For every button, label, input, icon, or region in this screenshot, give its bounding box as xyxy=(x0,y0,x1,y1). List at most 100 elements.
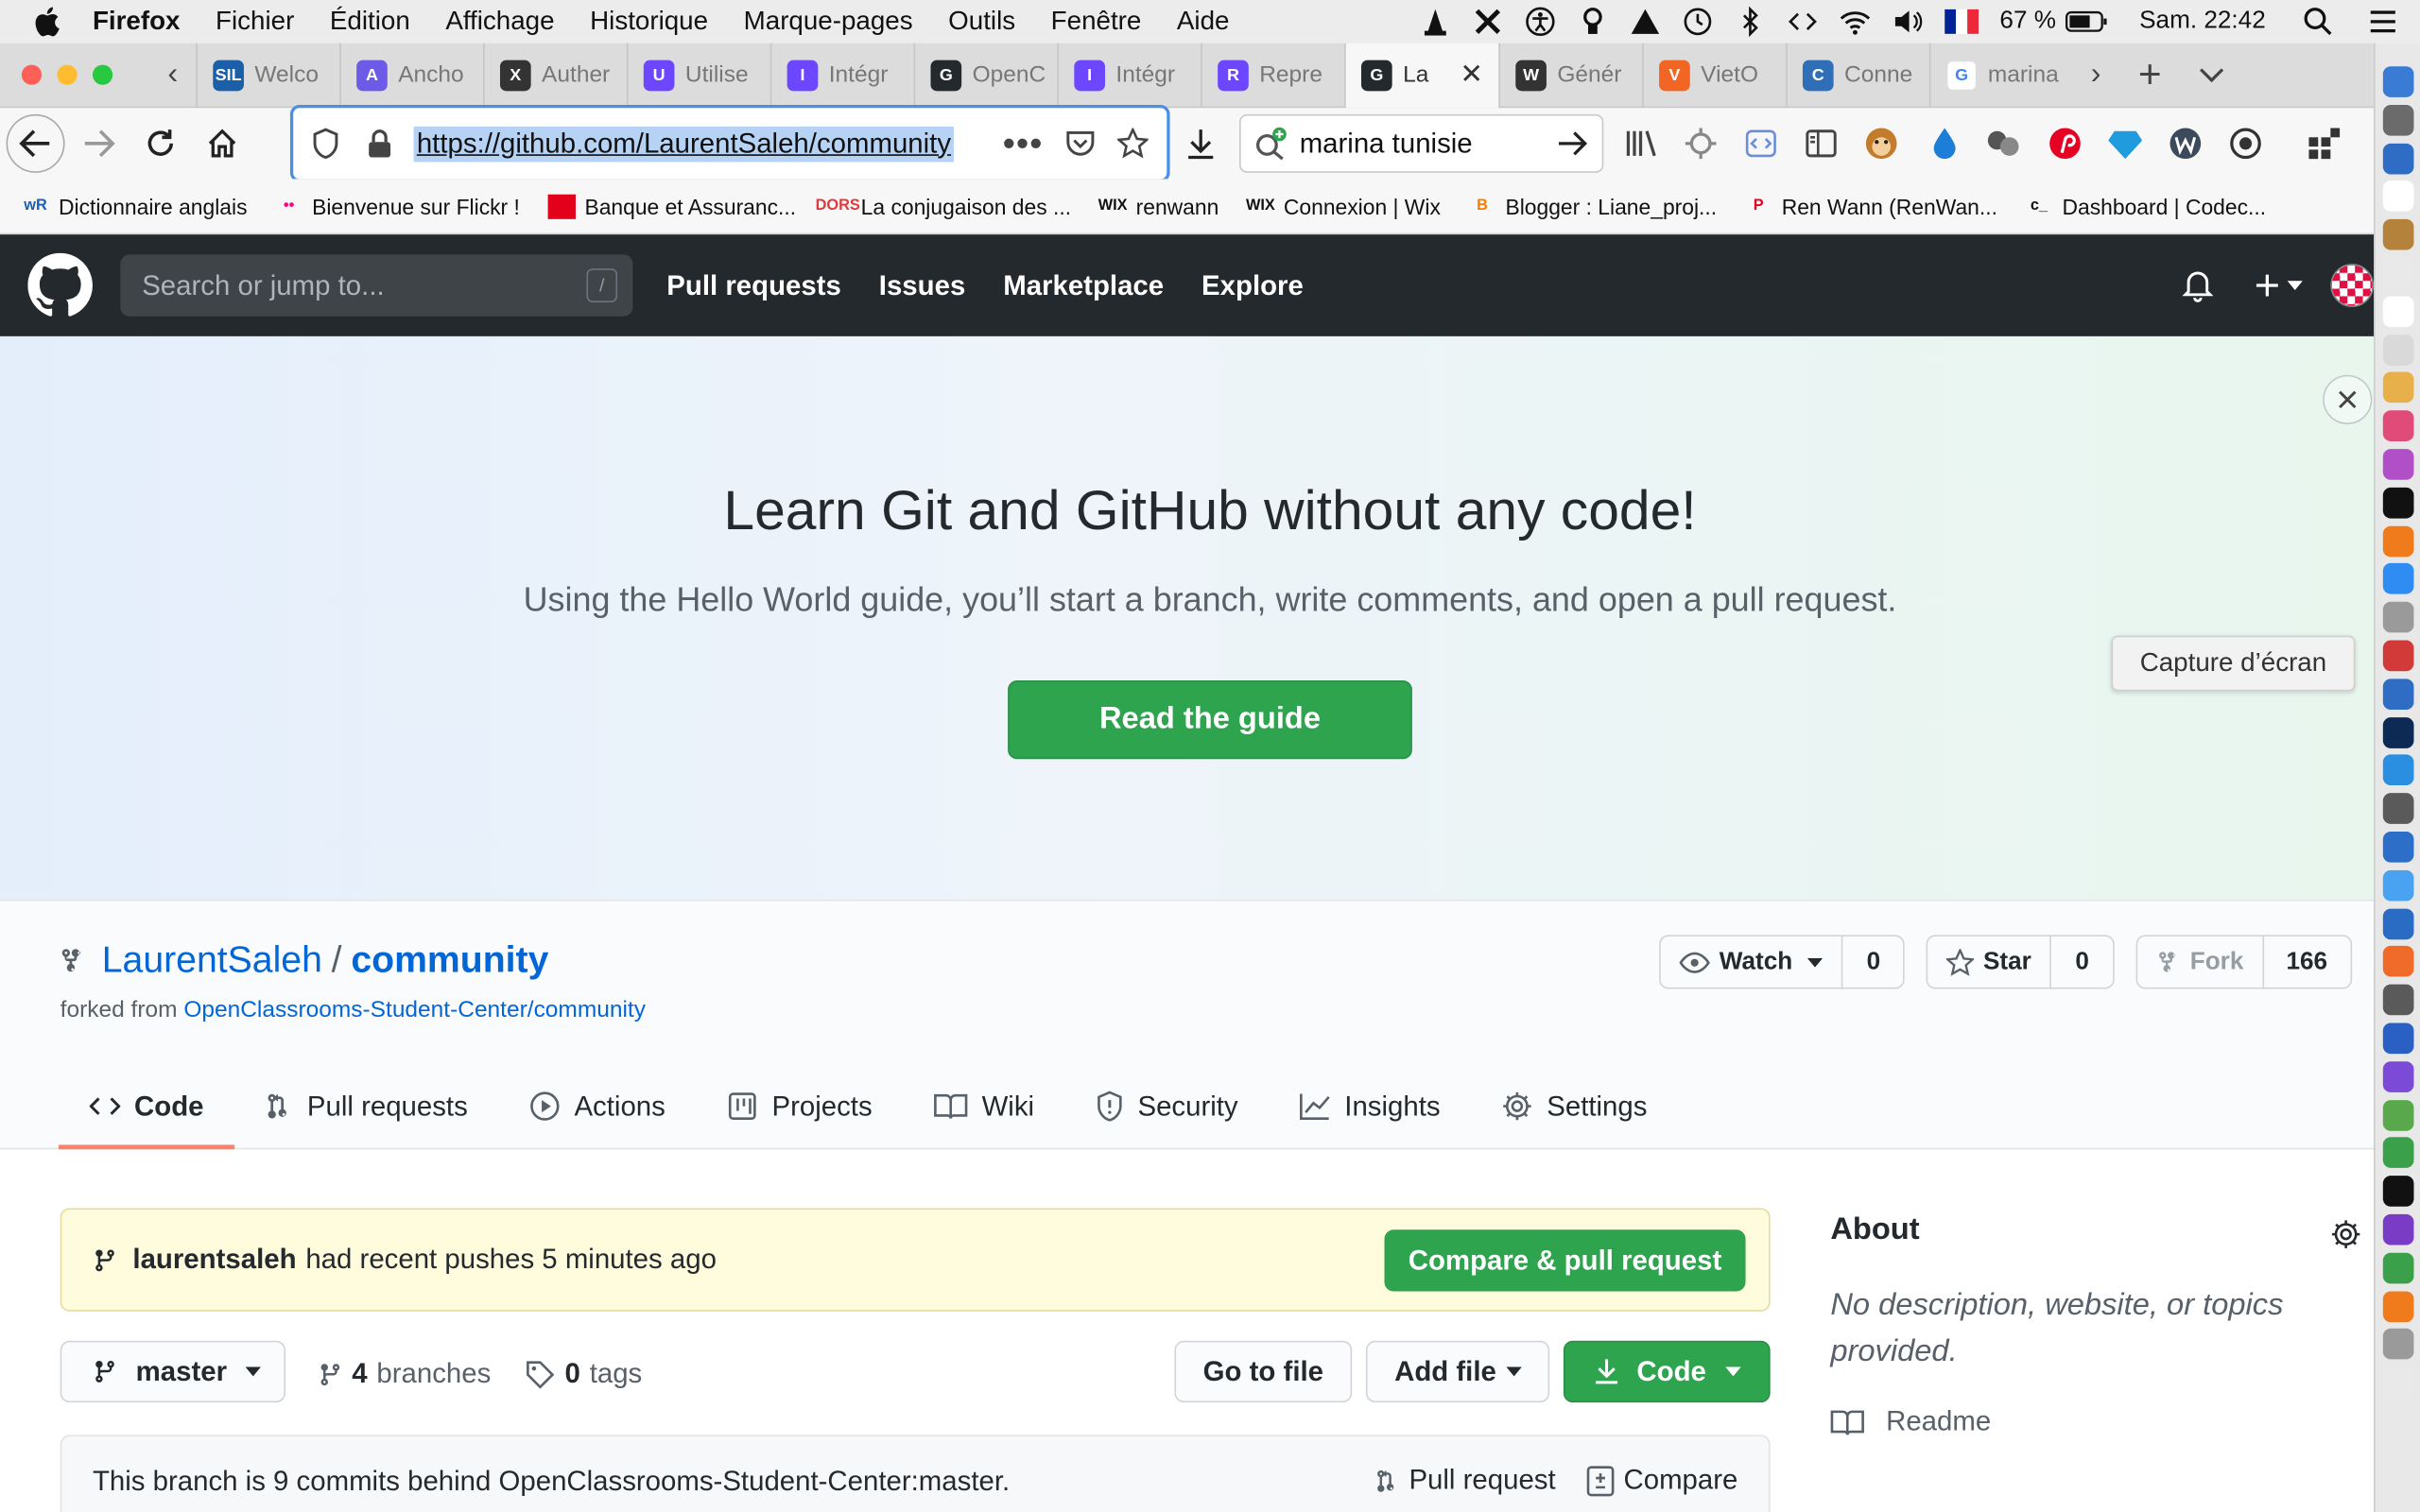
battery-icon[interactable] xyxy=(2066,10,2109,32)
url-text[interactable]: https://github.com/LaurentSaleh/communit… xyxy=(413,126,955,162)
dock-app-icon[interactable] xyxy=(2382,1252,2414,1284)
code-brackets-icon[interactable] xyxy=(1787,7,1818,38)
scissors-app-icon[interactable] xyxy=(1472,7,1503,38)
w-extension-icon[interactable] xyxy=(2167,125,2204,162)
downloads-icon[interactable] xyxy=(1183,125,1219,162)
bookmark-item[interactable]: DORS La conjugaison des ... xyxy=(816,194,1071,218)
go-to-file-button[interactable]: Go to file xyxy=(1174,1340,1353,1403)
diamond-extension-icon[interactable] xyxy=(2107,125,2144,162)
dock-app-icon[interactable] xyxy=(2382,257,2414,289)
menu-fenetre[interactable]: Fenêtre xyxy=(1051,7,1142,38)
read-the-guide-button[interactable]: Read the guide xyxy=(1008,680,1412,760)
tab-pull-requests[interactable]: Pull requests xyxy=(234,1068,498,1150)
tab-insights[interactable]: Insights xyxy=(1269,1068,1471,1150)
dock-app-icon[interactable] xyxy=(2382,1060,2414,1092)
bookmark-item[interactable]: •• Bienvenue sur Flickr ! xyxy=(275,194,520,218)
menubar-clock[interactable]: Sam. 22:42 xyxy=(2139,8,2266,35)
dock-app-icon[interactable] xyxy=(2382,793,2414,825)
menu-fichier[interactable]: Fichier xyxy=(216,7,294,38)
pull-request-link[interactable]: Pull request xyxy=(1375,1464,1556,1496)
spotlight-search-icon[interactable] xyxy=(2303,7,2334,38)
dock-app-icon[interactable] xyxy=(2382,296,2414,327)
star-count[interactable]: 0 xyxy=(2049,936,2113,988)
menu-historique[interactable]: Historique xyxy=(590,7,708,38)
web-search-field[interactable]: marina tunisie xyxy=(1239,113,1604,173)
bookmark-item[interactable]: WIX Connexion | Wix xyxy=(1246,194,1441,218)
address-bar[interactable]: https://github.com/LaurentSaleh/communit… xyxy=(289,105,1170,182)
search-go-arrow-icon[interactable] xyxy=(1556,129,1590,160)
pinterest-extension-icon[interactable] xyxy=(2047,125,2083,162)
dock-app-icon[interactable] xyxy=(2382,679,2414,710)
dock-app-icon[interactable] xyxy=(2382,66,2414,97)
new-tab-icon[interactable]: + xyxy=(2119,51,2181,99)
forked-from-link[interactable]: OpenClassrooms-Student-Center/community xyxy=(183,997,646,1023)
gh-nav-marketplace[interactable]: Marketplace xyxy=(1003,269,1164,301)
dock-app-icon[interactable] xyxy=(2382,180,2414,213)
dock-app-icon[interactable] xyxy=(2382,219,2414,250)
dock-app-icon[interactable] xyxy=(2382,869,2414,902)
bookmark-item[interactable]: P Ren Wann (RenWan... xyxy=(1745,194,1997,218)
tags-link[interactable]: 0 tags xyxy=(525,1358,642,1390)
browser-tab[interactable]: I Intégr xyxy=(769,42,914,108)
crosshair-extension-icon[interactable] xyxy=(1683,125,1720,162)
tab-actions[interactable]: Actions xyxy=(498,1068,696,1150)
dock-app-icon[interactable] xyxy=(2382,1099,2414,1131)
dock-app-icon[interactable] xyxy=(2382,1137,2414,1169)
browser-tab[interactable]: C Conne xyxy=(1785,42,1929,108)
close-banner-icon[interactable] xyxy=(2323,374,2373,424)
reader-sidebar-icon[interactable] xyxy=(1803,125,1840,162)
bluetooth-icon[interactable] xyxy=(1735,6,1766,38)
dock-app-icon[interactable] xyxy=(2382,1213,2414,1246)
browser-tab[interactable]: A Ancho xyxy=(339,42,483,108)
browser-tab[interactable]: G OpenC xyxy=(913,42,1058,108)
bookmark-item[interactable]: Banque et Assuranc... xyxy=(547,193,796,219)
browser-tab[interactable]: V VietO xyxy=(1642,42,1786,108)
browser-tab[interactable]: I Intégr xyxy=(1057,42,1201,108)
dock-app-icon[interactable] xyxy=(2382,1022,2414,1055)
compare-link[interactable]: Compare xyxy=(1586,1464,1737,1496)
tab-settings[interactable]: Settings xyxy=(1471,1068,1678,1150)
close-window-button[interactable] xyxy=(21,64,43,85)
dock-app-icon[interactable] xyxy=(2382,1366,2414,1399)
wifi-icon[interactable] xyxy=(1840,7,1871,38)
dock-app-icon[interactable] xyxy=(2382,104,2414,136)
browser-tab[interactable]: SIL Welco xyxy=(196,42,339,108)
dock-app-icon[interactable] xyxy=(2382,449,2414,480)
water-drop-extension-icon[interactable] xyxy=(1927,125,1963,162)
dock-app-icon[interactable] xyxy=(2382,1329,2414,1361)
bookmark-item[interactable]: B Blogger : Liane_proj... xyxy=(1468,194,1717,218)
menu-aide[interactable]: Aide xyxy=(1177,7,1230,38)
dock-app-icon[interactable] xyxy=(2382,1290,2414,1322)
tab-wiki[interactable]: Wiki xyxy=(903,1068,1064,1150)
scroll-tabs-right-icon[interactable]: › xyxy=(2073,57,2119,93)
dock-app-icon[interactable] xyxy=(2382,984,2414,1016)
github-search-input[interactable]: Search or jump to... / xyxy=(120,254,633,317)
bookmark-item[interactable]: wR Dictionnaire anglais xyxy=(22,194,247,218)
gh-nav-issues[interactable]: Issues xyxy=(879,269,966,301)
create-new-plus-icon[interactable] xyxy=(2254,271,2303,299)
browser-tab[interactable]: G La ✕ xyxy=(1344,42,1499,108)
minimize-window-button[interactable] xyxy=(57,64,78,85)
tab-projects[interactable]: Projects xyxy=(696,1068,903,1150)
control-center-icon[interactable] xyxy=(2367,7,2398,38)
dock-app-icon[interactable] xyxy=(2382,640,2414,672)
readme-link[interactable]: Readme xyxy=(1830,1405,2355,1437)
user-avatar[interactable] xyxy=(2330,264,2375,307)
dock-app-icon[interactable] xyxy=(2382,410,2414,442)
page-actions-menu-icon[interactable]: ••• xyxy=(1003,124,1044,163)
gh-nav-pull-requests[interactable]: Pull requests xyxy=(666,269,841,301)
github-logo-icon[interactable] xyxy=(27,252,93,318)
menu-edition[interactable]: Édition xyxy=(330,7,410,38)
vlc-cone-icon[interactable] xyxy=(1420,7,1451,38)
menu-app-firefox[interactable]: Firefox xyxy=(93,7,181,38)
tab-security[interactable]: Security xyxy=(1065,1068,1270,1150)
scroll-tabs-left-icon[interactable]: ‹ xyxy=(149,57,196,93)
dock-app-icon[interactable] xyxy=(2382,334,2414,366)
tab-code[interactable]: Code xyxy=(59,1068,235,1150)
search-engine-icon[interactable] xyxy=(1253,127,1290,161)
add-file-button[interactable]: Add file xyxy=(1365,1340,1550,1403)
browser-tab[interactable]: Gmarina xyxy=(1928,42,2073,108)
browser-tab[interactable]: W Génér xyxy=(1498,42,1642,108)
menu-affichage[interactable]: Affichage xyxy=(445,7,554,38)
monkey-extension-icon[interactable] xyxy=(1863,125,1900,162)
